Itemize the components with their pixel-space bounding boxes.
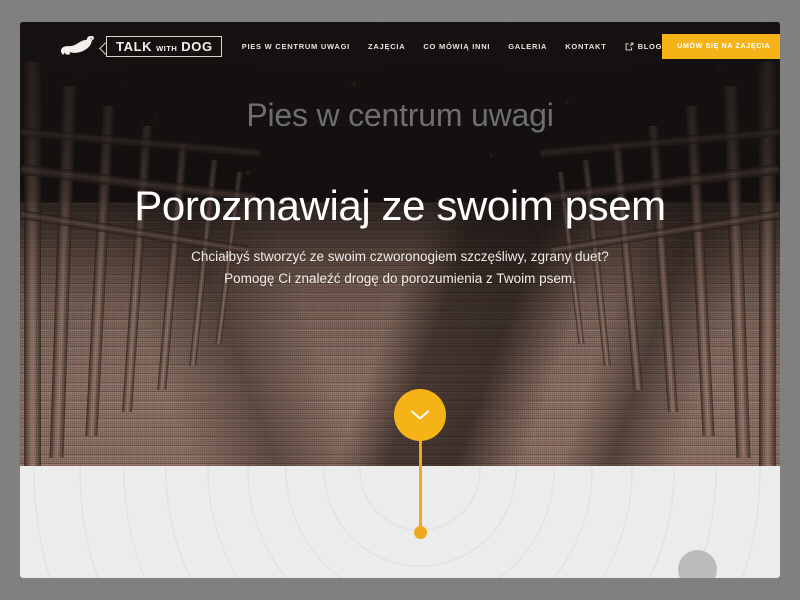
nav-link-zajecia[interactable]: ZAJĘCIA — [368, 42, 405, 51]
dog-silhouette-icon — [60, 35, 94, 55]
logo-text-talk: TALK — [116, 38, 153, 54]
browser-frame: TALK WITH DOG PIES W CENTRUM UWAGI ZAJĘC… — [0, 0, 800, 600]
logo-speech-bubble: TALK WITH DOG — [106, 35, 222, 57]
hero-title: Porozmawiaj ze swoim psem — [134, 182, 666, 229]
nav-link-pies-w-centrum-uwagi[interactable]: PIES W CENTRUM UWAGI — [242, 42, 350, 51]
nav-link-blog[interactable]: BLOG — [625, 42, 663, 51]
logo-text-dog: DOG — [181, 38, 213, 54]
scroll-connector-dot — [414, 526, 427, 539]
external-link-icon — [625, 42, 633, 50]
hero-copy: Porozmawiaj ze swoim psem Chciałbyś stwo… — [20, 182, 780, 290]
radiating-arcs-decoration — [33, 466, 761, 578]
cta-book-session-button[interactable]: UMÓW SIĘ NA ZAJĘCIA — [662, 33, 780, 59]
logo-text-with: WITH — [156, 43, 178, 53]
chevron-down-icon — [411, 410, 429, 420]
section-heading: Pies w centrum uwagi — [246, 97, 554, 133]
site-logo[interactable]: TALK WITH DOG — [60, 35, 222, 57]
hero-subtitle-line-2: Pomogę Ci znaleźć drogę do porozumienia … — [224, 270, 576, 286]
hero-subtitle-line-1: Chciałbyś stworzyć ze swoim czworonogiem… — [191, 249, 609, 265]
nav-link-blog-label: BLOG — [637, 41, 663, 51]
navigation-bar: TALK WITH DOG PIES W CENTRUM UWAGI ZAJĘC… — [20, 22, 780, 70]
nav-link-co-mowia-inni[interactable]: CO MÓWIĄ INNI — [423, 42, 490, 51]
main-menu: PIES W CENTRUM UWAGI ZAJĘCIA CO MÓWIĄ IN… — [242, 42, 663, 51]
nav-link-galeria[interactable]: GALERIA — [508, 42, 547, 51]
hero-subtitle: Chciałbyś stworzyć ze swoim czworonogiem… — [60, 246, 740, 290]
section-pies-w-centrum-uwagi — [20, 466, 780, 578]
nav-link-kontakt[interactable]: KONTAKT — [565, 42, 606, 51]
scroll-down-button[interactable] — [394, 389, 446, 441]
page-content: TALK WITH DOG PIES W CENTRUM UWAGI ZAJĘC… — [20, 22, 780, 578]
